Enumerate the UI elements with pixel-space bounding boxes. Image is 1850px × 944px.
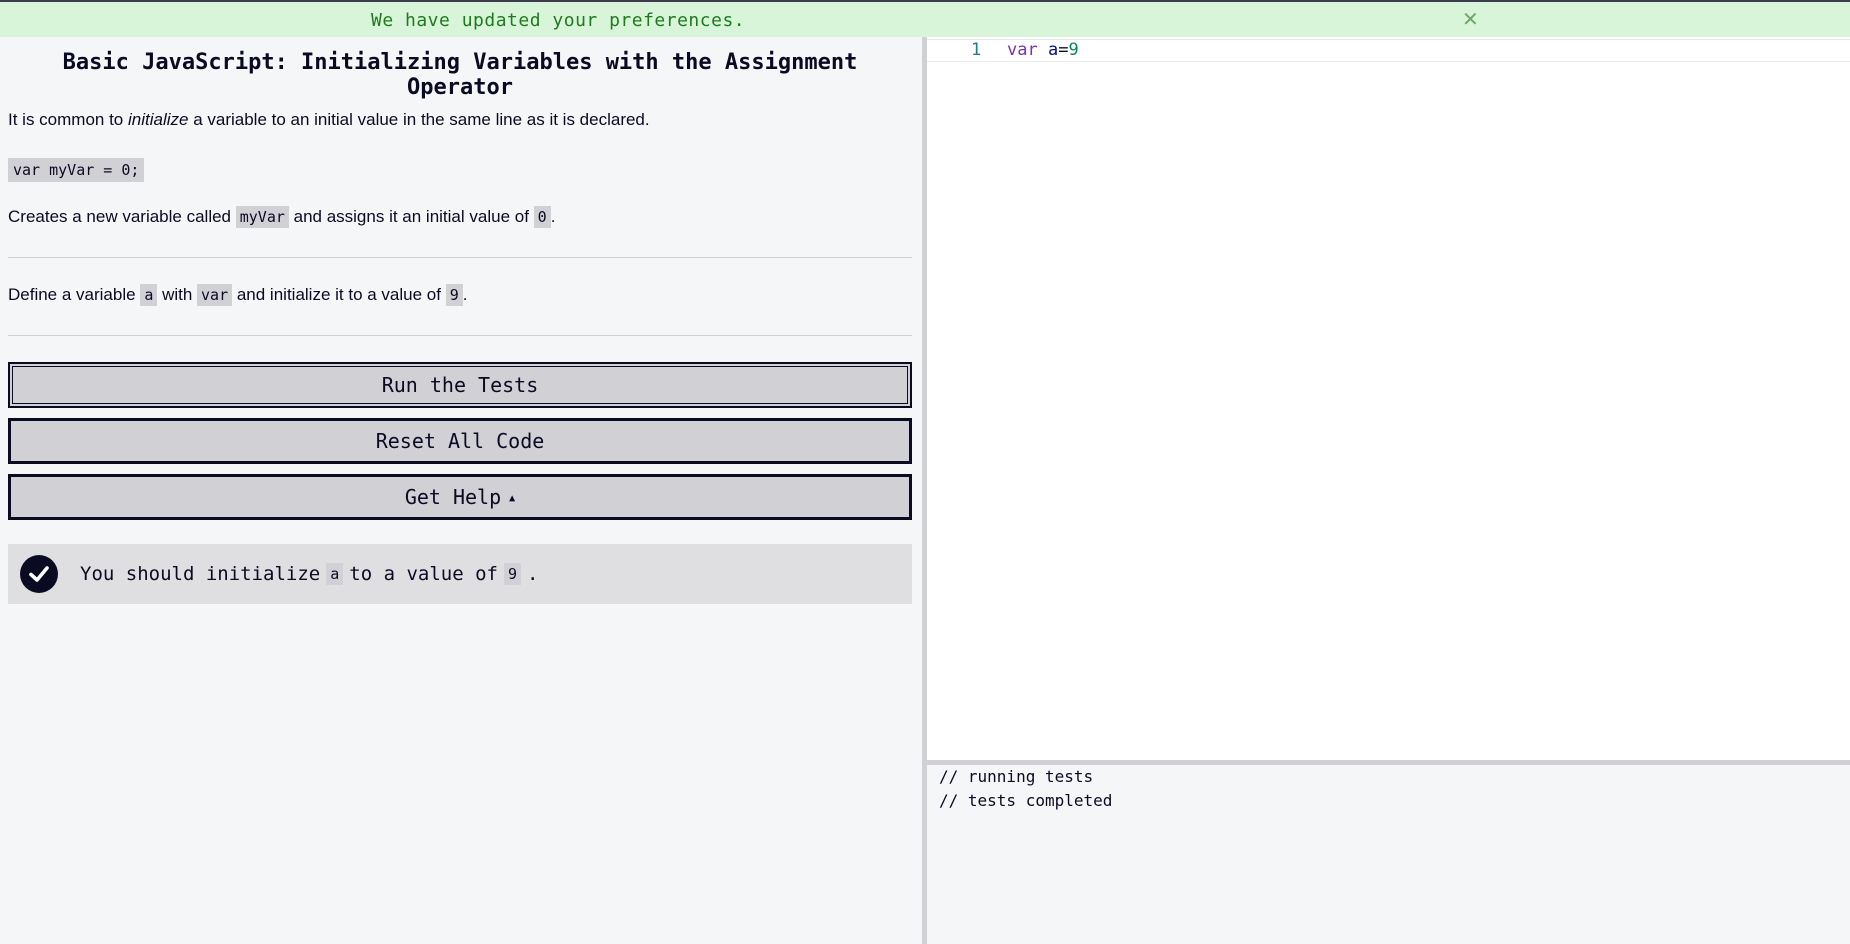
operator-token: = [1058, 40, 1069, 60]
test-description: You should initialize a to a value of 9. [80, 563, 538, 585]
intro-text: It is common to [8, 110, 128, 129]
run-tests-button[interactable]: Run the Tests [8, 362, 912, 408]
reset-code-button[interactable]: Reset All Code [8, 418, 912, 464]
task-text-end: . [462, 285, 468, 304]
inline-code: var [197, 284, 233, 306]
challenge-title: Basic JavaScript: Initializing Variables… [62, 50, 858, 100]
explain-text-end: . [550, 207, 556, 226]
inline-code: myVar [235, 206, 289, 228]
explain-text: Creates a new variable called [8, 207, 236, 226]
test-text: You should initialize [80, 563, 321, 585]
caret-up-icon: ▲ [509, 492, 516, 504]
test-text-end: . [527, 563, 539, 585]
divider-line [8, 335, 912, 336]
console-output: // running tests // tests completed [927, 765, 1850, 944]
keyword-token: var [1007, 40, 1038, 60]
test-text-mid: to a value of [349, 563, 498, 585]
run-tests-label: Run the Tests [381, 373, 539, 397]
code-line[interactable]: var a=9 [1007, 40, 1079, 60]
explain-text-mid: and assigns it an initial value of [288, 207, 534, 226]
identifier-token: a [1047, 40, 1059, 60]
example-code-block: var myVar = 0; [8, 158, 145, 182]
check-circle-icon [20, 555, 58, 593]
console-line: // tests completed [939, 791, 1113, 810]
code-editor[interactable]: 1 var a=9 [927, 37, 1850, 760]
reset-code-label: Reset All Code [375, 429, 545, 453]
number-token: 9 [1068, 40, 1079, 60]
divider-line [8, 257, 912, 258]
get-help-label: Get Help [404, 485, 502, 509]
explanation-paragraph: Creates a new variable called myVar and … [8, 206, 555, 228]
test-result-item: You should initialize a to a value of 9. [8, 544, 912, 604]
flash-message: We have updated your preferences. [371, 10, 746, 31]
task-text: Define a variable [8, 285, 141, 304]
get-help-button[interactable]: Get Help ▲ [8, 474, 912, 520]
instructions-panel: Basic JavaScript: Initializing Variables… [0, 37, 922, 944]
intro-emphasis: initialize [127, 110, 189, 129]
task-paragraph: Define a variable a with var and initial… [8, 284, 467, 306]
console-line: // running tests [939, 767, 1094, 786]
inline-code: 9 [445, 284, 463, 306]
intro-paragraph: It is common to initialize a variable to… [8, 109, 650, 131]
inline-code: 9 [503, 563, 521, 585]
flash-banner: We have updated your preferences. ✕ [0, 0, 1850, 37]
inline-code: a [140, 284, 158, 306]
inline-code: 0 [533, 206, 551, 228]
task-text-mid: and initialize it to a value of [232, 285, 446, 304]
close-icon[interactable]: ✕ [1462, 8, 1479, 30]
intro-text-end: a variable to an initial value in the sa… [188, 110, 650, 129]
line-number: 1 [971, 40, 982, 60]
inline-code: a [326, 563, 344, 585]
task-text-mid: with [157, 285, 198, 304]
